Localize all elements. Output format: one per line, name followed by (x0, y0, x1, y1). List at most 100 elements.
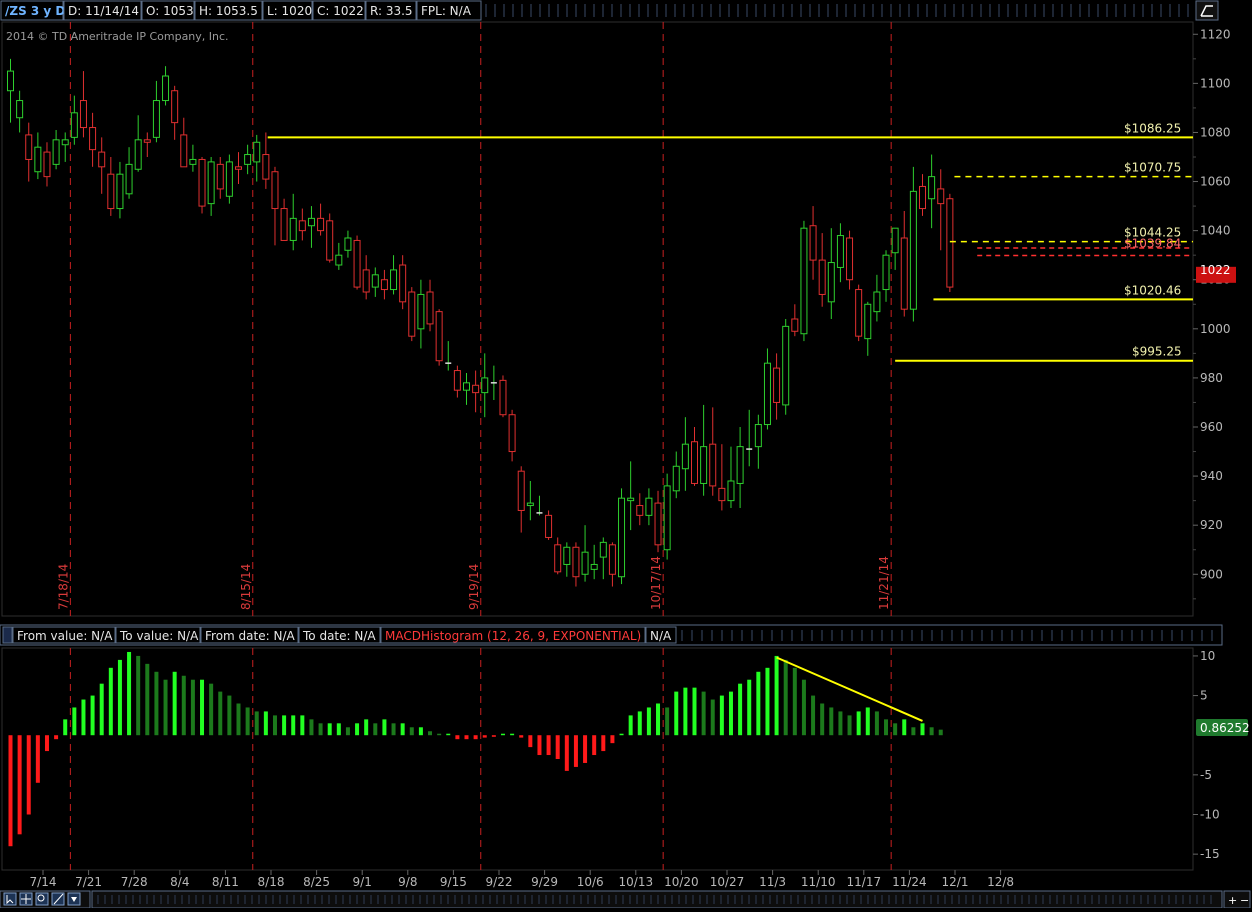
candle-body (517, 470, 525, 511)
macd-bar (528, 735, 533, 748)
macd-bar (601, 735, 606, 752)
macd-value-label: 0.86252 (1200, 721, 1250, 735)
price-axis-label: 1080 (1200, 125, 1231, 139)
candle-body (152, 100, 160, 138)
candle-body (298, 220, 306, 232)
vertical-marker-label: 9/19/14 (467, 564, 481, 610)
candle-body (207, 161, 215, 205)
macd-bar (355, 723, 360, 736)
date-axis-label: 9/22 (486, 875, 513, 889)
macd-bar (847, 715, 852, 736)
price-level-label: $1039.84 (1124, 237, 1181, 251)
from-value-label: From value: N/A (17, 629, 113, 643)
date-value: D: 11/14/14 (68, 4, 139, 18)
horizontal-scrollbar[interactable] (91, 890, 1223, 909)
symbol-label[interactable]: /ZS 3 y D (5, 4, 65, 18)
candle-body (143, 139, 151, 143)
macd-bar (154, 671, 159, 736)
candle-body (636, 505, 644, 516)
candle-body (572, 546, 580, 578)
macd-bar (99, 683, 104, 736)
date-axis-label: 12/8 (987, 875, 1014, 889)
macd-bar (108, 667, 113, 736)
date-axis-label: 9/1 (353, 875, 372, 889)
macd-bar (209, 683, 214, 736)
chart-canvas: /ZS 3 y D D: 11/14/14 O: 1053 H: 1053.5 … (0, 0, 1252, 909)
macd-bar (473, 735, 478, 740)
study-name-label[interactable]: MACDHistogram (12, 26, 9, EXPONENTIAL) (385, 629, 641, 643)
candle-body (763, 362, 771, 426)
macd-bar (218, 691, 223, 736)
macd-bar (510, 733, 515, 736)
candle-body (672, 465, 680, 492)
candle-body (627, 497, 635, 502)
macd-bar (756, 671, 761, 736)
candle-body (79, 100, 87, 129)
cursor-tool-button[interactable] (3, 892, 17, 906)
candle-body (52, 139, 60, 165)
candle-body (262, 154, 270, 180)
candle-body (7, 70, 14, 92)
candle-body (390, 269, 398, 291)
macd-bar (300, 715, 305, 736)
candle-body (399, 264, 407, 303)
candle-body (545, 514, 553, 538)
macd-bar (564, 735, 569, 771)
macd-bar (181, 675, 186, 736)
macd-bar (646, 707, 651, 736)
candle-body (225, 161, 233, 197)
candle-body (244, 154, 252, 165)
macd-bar (236, 703, 241, 736)
macd-bar (163, 679, 168, 736)
macd-bar (373, 723, 378, 736)
candle-body (98, 151, 106, 168)
candle-body (426, 291, 434, 325)
candle-body (727, 480, 735, 502)
macd-bar (555, 735, 560, 759)
candle-body (362, 269, 370, 293)
zoom-in-icon[interactable]: + (1228, 894, 1237, 907)
last-price-label: 1022 (1200, 263, 1231, 277)
candle-body (919, 185, 926, 210)
candle-body (855, 289, 863, 337)
candle-body (554, 544, 562, 573)
candle-body (198, 158, 206, 207)
macd-bar (172, 671, 177, 736)
candle-body (70, 112, 78, 138)
study-toolbar: From value: N/A To value: N/A From date:… (0, 624, 1223, 646)
copyright: 2014 © TD Ameritrade IP Company, Inc. (6, 30, 229, 43)
candle-body (326, 220, 334, 261)
macd-bar (701, 691, 706, 736)
macd-bar (309, 719, 314, 736)
macd-bar (911, 727, 916, 736)
candle-body (344, 237, 352, 251)
macd-bar (592, 735, 597, 756)
style-button[interactable] (1195, 0, 1219, 21)
candle-body (700, 446, 708, 484)
zoom-out-icon[interactable]: − (1240, 894, 1249, 907)
date-axis-label: 10/27 (710, 875, 745, 889)
date-axis-label: 12/1 (942, 875, 969, 889)
macd-bar (929, 727, 934, 736)
macd-bar (72, 707, 77, 736)
macd-bar (409, 727, 414, 736)
macd-bar (227, 695, 232, 736)
date-axis-label: 11/24 (892, 875, 927, 889)
date-axis-label: 10/20 (664, 875, 699, 889)
date-axis-label: 10/13 (619, 875, 654, 889)
macd-bar (282, 715, 287, 736)
macd-axis-label: 10 (1200, 649, 1215, 663)
macd-bar (200, 679, 205, 736)
candle-body (882, 254, 890, 291)
candle-body (335, 254, 343, 266)
macd-bar (719, 695, 724, 736)
macd-bar (856, 711, 861, 736)
macd-bar (874, 711, 879, 736)
macd-bar (738, 683, 743, 736)
candle-body (453, 370, 461, 391)
macd-bar (127, 651, 132, 736)
candle-body (162, 75, 170, 102)
chart-root: /ZS 3 y D D: 11/14/14 O: 1053 H: 1053.5 … (0, 0, 1252, 909)
candle-body (180, 134, 188, 168)
study-toolbar-grip[interactable] (2, 626, 13, 644)
